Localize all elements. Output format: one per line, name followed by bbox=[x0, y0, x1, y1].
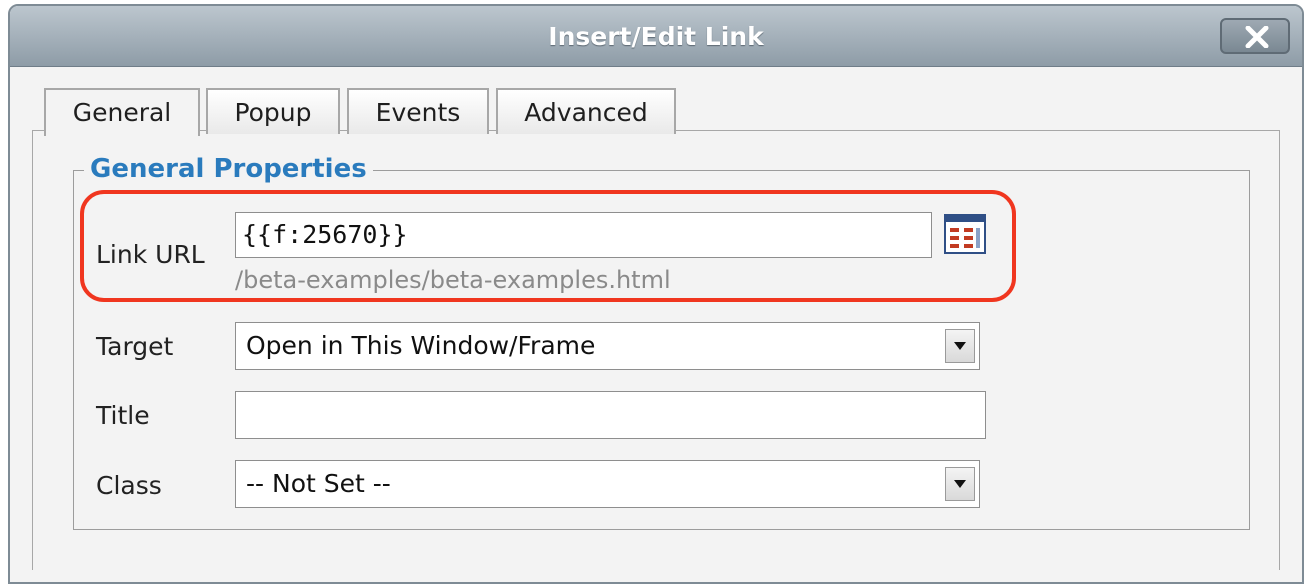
close-icon bbox=[1245, 26, 1269, 48]
target-label: Target bbox=[96, 332, 174, 361]
general-properties-legend: General Properties bbox=[84, 154, 373, 184]
link-url-highlight bbox=[80, 190, 1016, 302]
chevron-down-icon bbox=[954, 342, 966, 350]
tab-advanced[interactable]: Advanced bbox=[496, 88, 676, 134]
class-dropdown-button[interactable] bbox=[945, 467, 975, 501]
title-input[interactable] bbox=[235, 391, 986, 439]
target-select[interactable]: Open in This Window/Frame bbox=[235, 322, 980, 370]
tab-label: Popup bbox=[234, 98, 312, 127]
target-selected-value: Open in This Window/Frame bbox=[246, 331, 596, 360]
tab-label: Advanced bbox=[524, 98, 648, 127]
tab-popup[interactable]: Popup bbox=[206, 88, 340, 134]
title-bar: Insert/Edit Link bbox=[10, 6, 1302, 67]
tab-events[interactable]: Events bbox=[347, 88, 489, 134]
class-selected-value: -- Not Set -- bbox=[246, 469, 391, 498]
tab-label: Events bbox=[375, 98, 461, 127]
dialog-title: Insert/Edit Link bbox=[548, 22, 764, 51]
close-button[interactable] bbox=[1220, 18, 1290, 54]
class-select[interactable]: -- Not Set -- bbox=[235, 460, 980, 508]
tab-general[interactable]: General bbox=[44, 88, 200, 136]
chevron-down-icon bbox=[954, 480, 966, 488]
class-label: Class bbox=[96, 471, 162, 500]
target-dropdown-button[interactable] bbox=[945, 329, 975, 363]
title-label: Title bbox=[96, 401, 150, 430]
tab-label: General bbox=[72, 98, 172, 127]
